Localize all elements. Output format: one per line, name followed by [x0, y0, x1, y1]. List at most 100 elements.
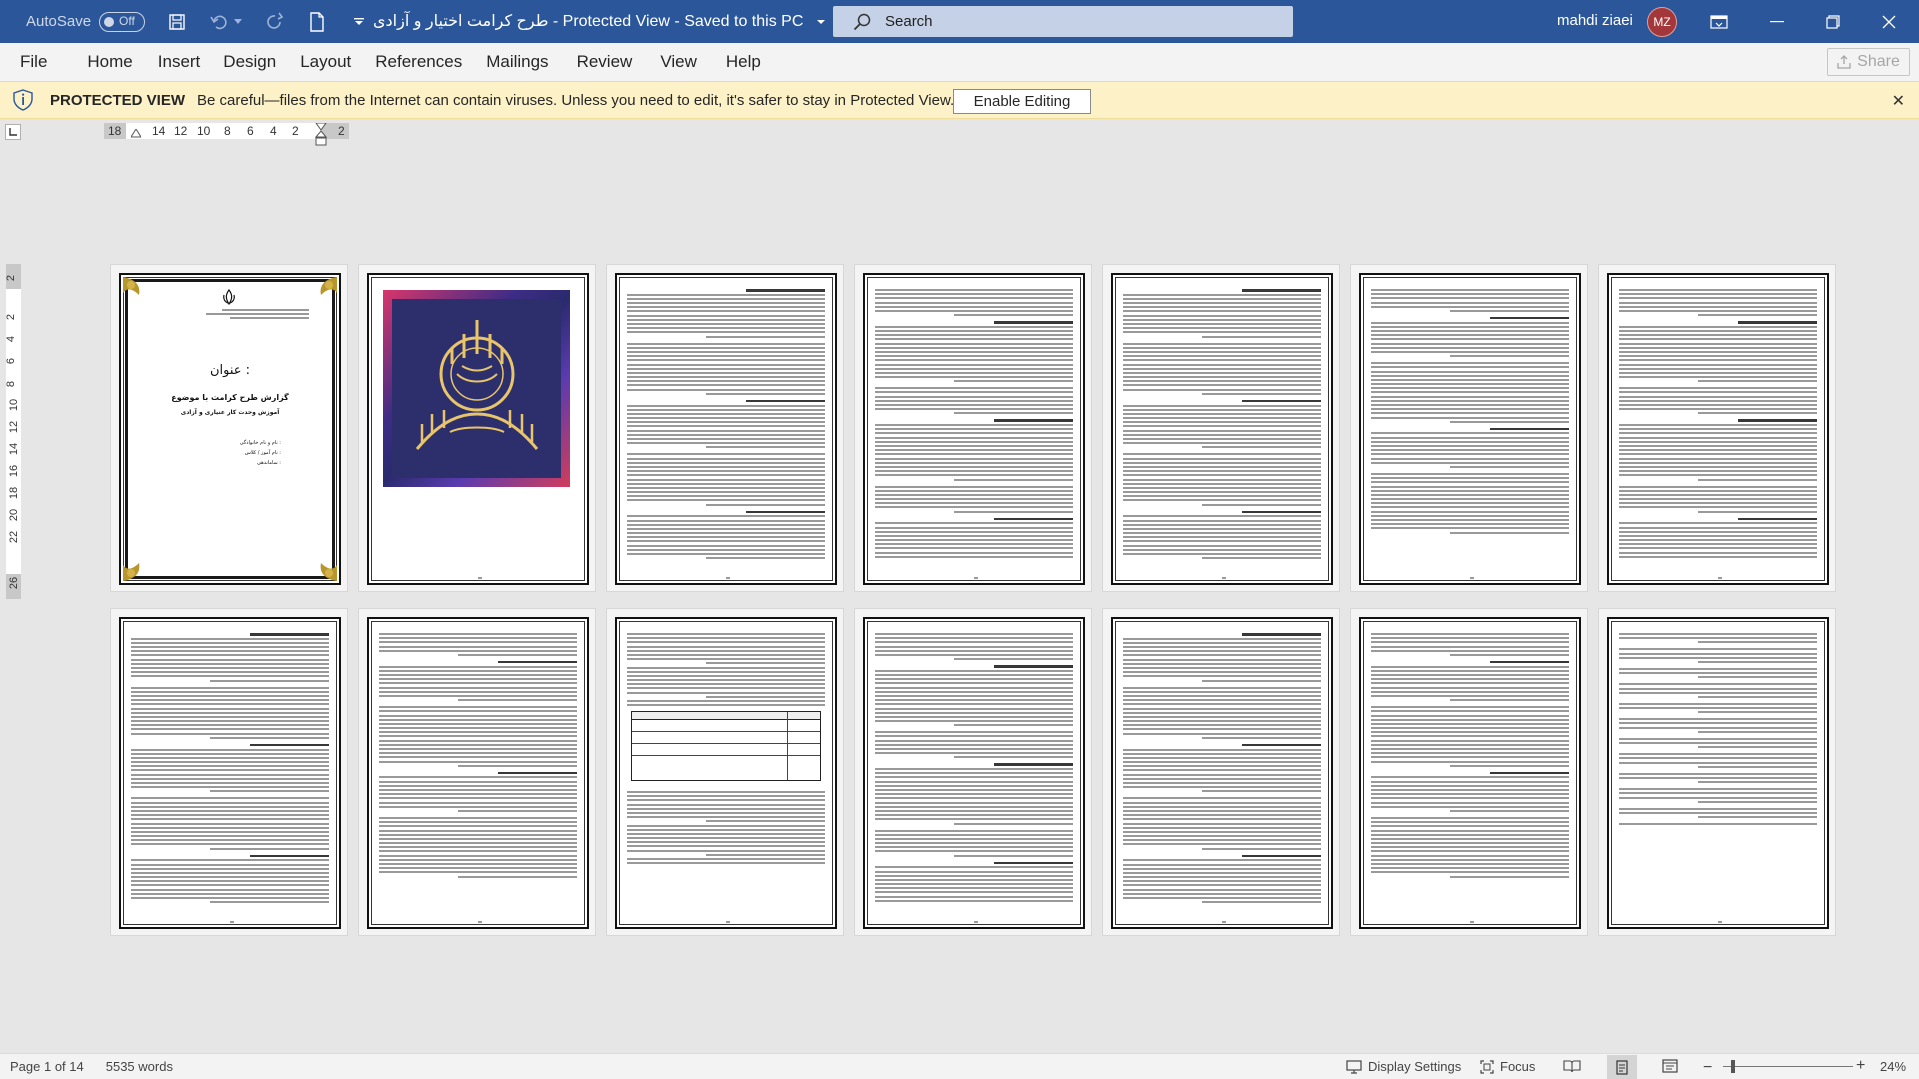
new-document-icon[interactable] — [307, 11, 327, 32]
text-line — [627, 704, 825, 707]
text-line — [379, 789, 577, 791]
text-line — [875, 367, 1073, 370]
text-line — [875, 350, 1073, 353]
text-line — [131, 897, 329, 899]
search-box[interactable]: Search — [833, 6, 1293, 37]
avatar[interactable]: MZ — [1647, 7, 1677, 37]
print-layout-icon[interactable] — [1607, 1055, 1637, 1079]
zoom-out-icon[interactable]: − — [1703, 1059, 1712, 1077]
page-2[interactable] — [358, 264, 596, 592]
text-line — [379, 776, 577, 779]
undo-icon[interactable] — [209, 12, 229, 32]
tab-references[interactable]: References — [375, 52, 462, 72]
text-line — [131, 839, 329, 842]
page-1[interactable]: عنوان : گزارش طرح کرامت با موضوع آموزش و… — [110, 264, 348, 592]
text-line — [1371, 481, 1569, 484]
page-13[interactable] — [1350, 608, 1588, 936]
page-3[interactable] — [606, 264, 844, 592]
text-line — [1202, 901, 1321, 904]
customize-toolbar-icon[interactable] — [349, 12, 369, 32]
text-line — [875, 555, 1073, 558]
text-line — [627, 327, 825, 330]
page-6[interactable] — [1350, 264, 1588, 592]
hanging-indent-icon[interactable] — [315, 123, 327, 146]
indent-marker-icon[interactable] — [131, 129, 141, 139]
tab-insert[interactable]: Insert — [158, 52, 201, 72]
undo-dropdown-icon[interactable] — [233, 12, 243, 32]
zoom-slider[interactable] — [1723, 1066, 1853, 1067]
text-line — [875, 895, 1073, 898]
tab-selector[interactable] — [5, 124, 21, 140]
text-line — [1202, 557, 1321, 560]
word-count[interactable]: 5535 words — [106, 1059, 173, 1074]
web-layout-icon[interactable] — [1662, 1059, 1678, 1073]
text-line — [1241, 743, 1321, 747]
text-line — [1123, 461, 1321, 464]
share-button[interactable]: Share — [1827, 48, 1910, 76]
display-settings-button[interactable]: Display Settings — [1346, 1059, 1461, 1074]
text-line — [1371, 527, 1569, 530]
tab-design[interactable]: Design — [223, 52, 276, 72]
page-7[interactable] — [1598, 264, 1836, 592]
page-11[interactable] — [854, 608, 1092, 936]
horizontal-ruler[interactable]: 18 14 12 10 8 6 4 2 2 — [104, 123, 349, 146]
text-line — [1698, 711, 1817, 714]
tab-layout[interactable]: Layout — [300, 52, 351, 72]
text-line — [1619, 342, 1817, 345]
page-counter[interactable]: Page 1 of 14 — [10, 1059, 84, 1074]
page-8[interactable] — [110, 608, 348, 936]
tab-review[interactable]: Review — [577, 52, 633, 72]
tab-home[interactable]: Home — [87, 52, 132, 72]
vertical-ruler[interactable]: 2 2 4 6 8 10 12 14 16 18 20 22 26 — [5, 264, 21, 599]
page-9[interactable] — [358, 608, 596, 936]
page-10[interactable] — [606, 608, 844, 936]
text-line — [379, 645, 577, 648]
chevron-down-icon[interactable] — [816, 18, 826, 26]
zoom-level[interactable]: 24% — [1880, 1059, 1906, 1074]
zoom-slider-thumb[interactable] — [1731, 1060, 1735, 1073]
save-icon[interactable] — [167, 12, 187, 32]
text-line — [1371, 714, 1569, 717]
tab-help[interactable]: Help — [726, 52, 761, 72]
redo-icon[interactable] — [265, 12, 285, 32]
text-line — [627, 380, 825, 383]
page-5[interactable] — [1102, 264, 1340, 592]
text-line — [379, 718, 577, 721]
text-line — [1698, 676, 1817, 679]
text-line — [627, 811, 825, 814]
autosave-toggle[interactable]: Off — [99, 11, 146, 32]
text-line — [1123, 769, 1321, 772]
text-line — [131, 694, 329, 697]
text-line — [875, 432, 1073, 435]
tab-file[interactable]: File — [20, 52, 47, 72]
text-line — [627, 331, 825, 334]
user-name[interactable]: mahdi ziaei — [1557, 12, 1633, 29]
zoom-in-icon[interactable]: + — [1856, 1057, 1865, 1075]
text-line — [1123, 515, 1321, 518]
tab-view[interactable]: View — [660, 52, 697, 72]
text-line — [379, 665, 577, 668]
document-title[interactable]: طرح کرامت اختیار و آزادی - Protected Vie… — [373, 11, 826, 31]
close-icon[interactable] — [1866, 0, 1912, 43]
text-line — [497, 771, 577, 775]
page-14[interactable] — [1598, 608, 1836, 936]
text-line — [1123, 470, 1321, 473]
page-4[interactable] — [854, 264, 1092, 592]
text-line — [1371, 850, 1569, 853]
ribbon-display-options-icon[interactable] — [1696, 0, 1742, 43]
text-line — [1619, 297, 1817, 300]
text-line — [627, 795, 825, 798]
text-line — [627, 425, 825, 428]
restore-icon[interactable] — [1810, 0, 1856, 43]
focus-button[interactable]: Focus — [1480, 1059, 1535, 1074]
text-line — [131, 724, 329, 727]
minimize-icon[interactable] — [1754, 0, 1800, 43]
text-line — [1371, 523, 1569, 526]
page-12[interactable] — [1102, 608, 1340, 936]
close-bar-icon[interactable]: ✕ — [1892, 91, 1905, 111]
enable-editing-button[interactable]: Enable Editing — [953, 89, 1091, 114]
text-line — [1371, 350, 1569, 353]
text-line — [627, 649, 825, 652]
read-mode-icon[interactable] — [1563, 1059, 1581, 1073]
tab-mailings[interactable]: Mailings — [486, 52, 548, 72]
